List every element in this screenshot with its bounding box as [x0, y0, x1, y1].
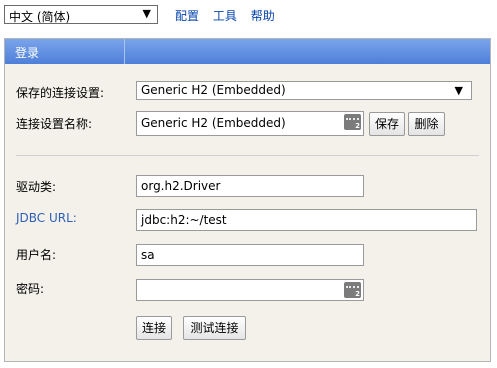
- setting-name-value: Generic H2 (Embedded): [141, 116, 286, 130]
- language-select[interactable]: 中文 (简体) ▼: [4, 5, 158, 24]
- password-label: 密码:: [16, 282, 45, 296]
- username-input[interactable]: sa: [136, 244, 364, 266]
- link-help[interactable]: 帮助: [251, 9, 275, 23]
- username-value: sa: [141, 248, 155, 262]
- username-label: 用户名:: [16, 248, 57, 262]
- saved-settings-select[interactable]: Generic H2 (Embedded) ▼: [136, 81, 472, 100]
- driver-value: org.h2.Driver: [141, 179, 221, 193]
- jdbc-url-input[interactable]: jdbc:h2:~/test: [136, 209, 477, 231]
- jdbc-url-label: JDBC URL:: [16, 211, 77, 225]
- password-input[interactable]: 2: [136, 279, 364, 301]
- dropdown-arrow-icon: ▼: [454, 84, 463, 97]
- setting-name-label: 连接设置名称:: [16, 117, 93, 131]
- delete-button[interactable]: 删除: [408, 112, 445, 136]
- connect-button[interactable]: 连接: [136, 316, 172, 340]
- driver-label: 驱动类:: [16, 180, 57, 194]
- keyboard-icon[interactable]: 2: [344, 114, 361, 130]
- save-button[interactable]: 保存: [369, 112, 405, 136]
- top-links: 配置 工具 帮助: [175, 7, 285, 24]
- header-separator: [124, 39, 125, 64]
- setting-name-input[interactable]: Generic H2 (Embedded) 2: [136, 111, 364, 136]
- login-panel: 登录 保存的连接设置: Generic H2 (Embedded) ▼ 连接设置…: [4, 38, 491, 362]
- language-value: 中文 (简体): [9, 10, 71, 24]
- test-connection-button[interactable]: 测试连接: [183, 316, 246, 340]
- link-preferences[interactable]: 配置: [175, 9, 199, 23]
- panel-header: 登录: [5, 39, 490, 64]
- keyboard-icon[interactable]: 2: [344, 282, 361, 298]
- panel-title: 登录: [15, 46, 40, 60]
- saved-settings-value: Generic H2 (Embedded): [141, 83, 286, 97]
- link-tools[interactable]: 工具: [213, 9, 237, 23]
- jdbc-url-value: jdbc:h2:~/test: [141, 213, 227, 227]
- saved-settings-label: 保存的连接设置:: [16, 86, 105, 100]
- divider: [16, 155, 479, 156]
- dropdown-arrow-icon: ▼: [142, 7, 151, 20]
- driver-input[interactable]: org.h2.Driver: [136, 175, 364, 197]
